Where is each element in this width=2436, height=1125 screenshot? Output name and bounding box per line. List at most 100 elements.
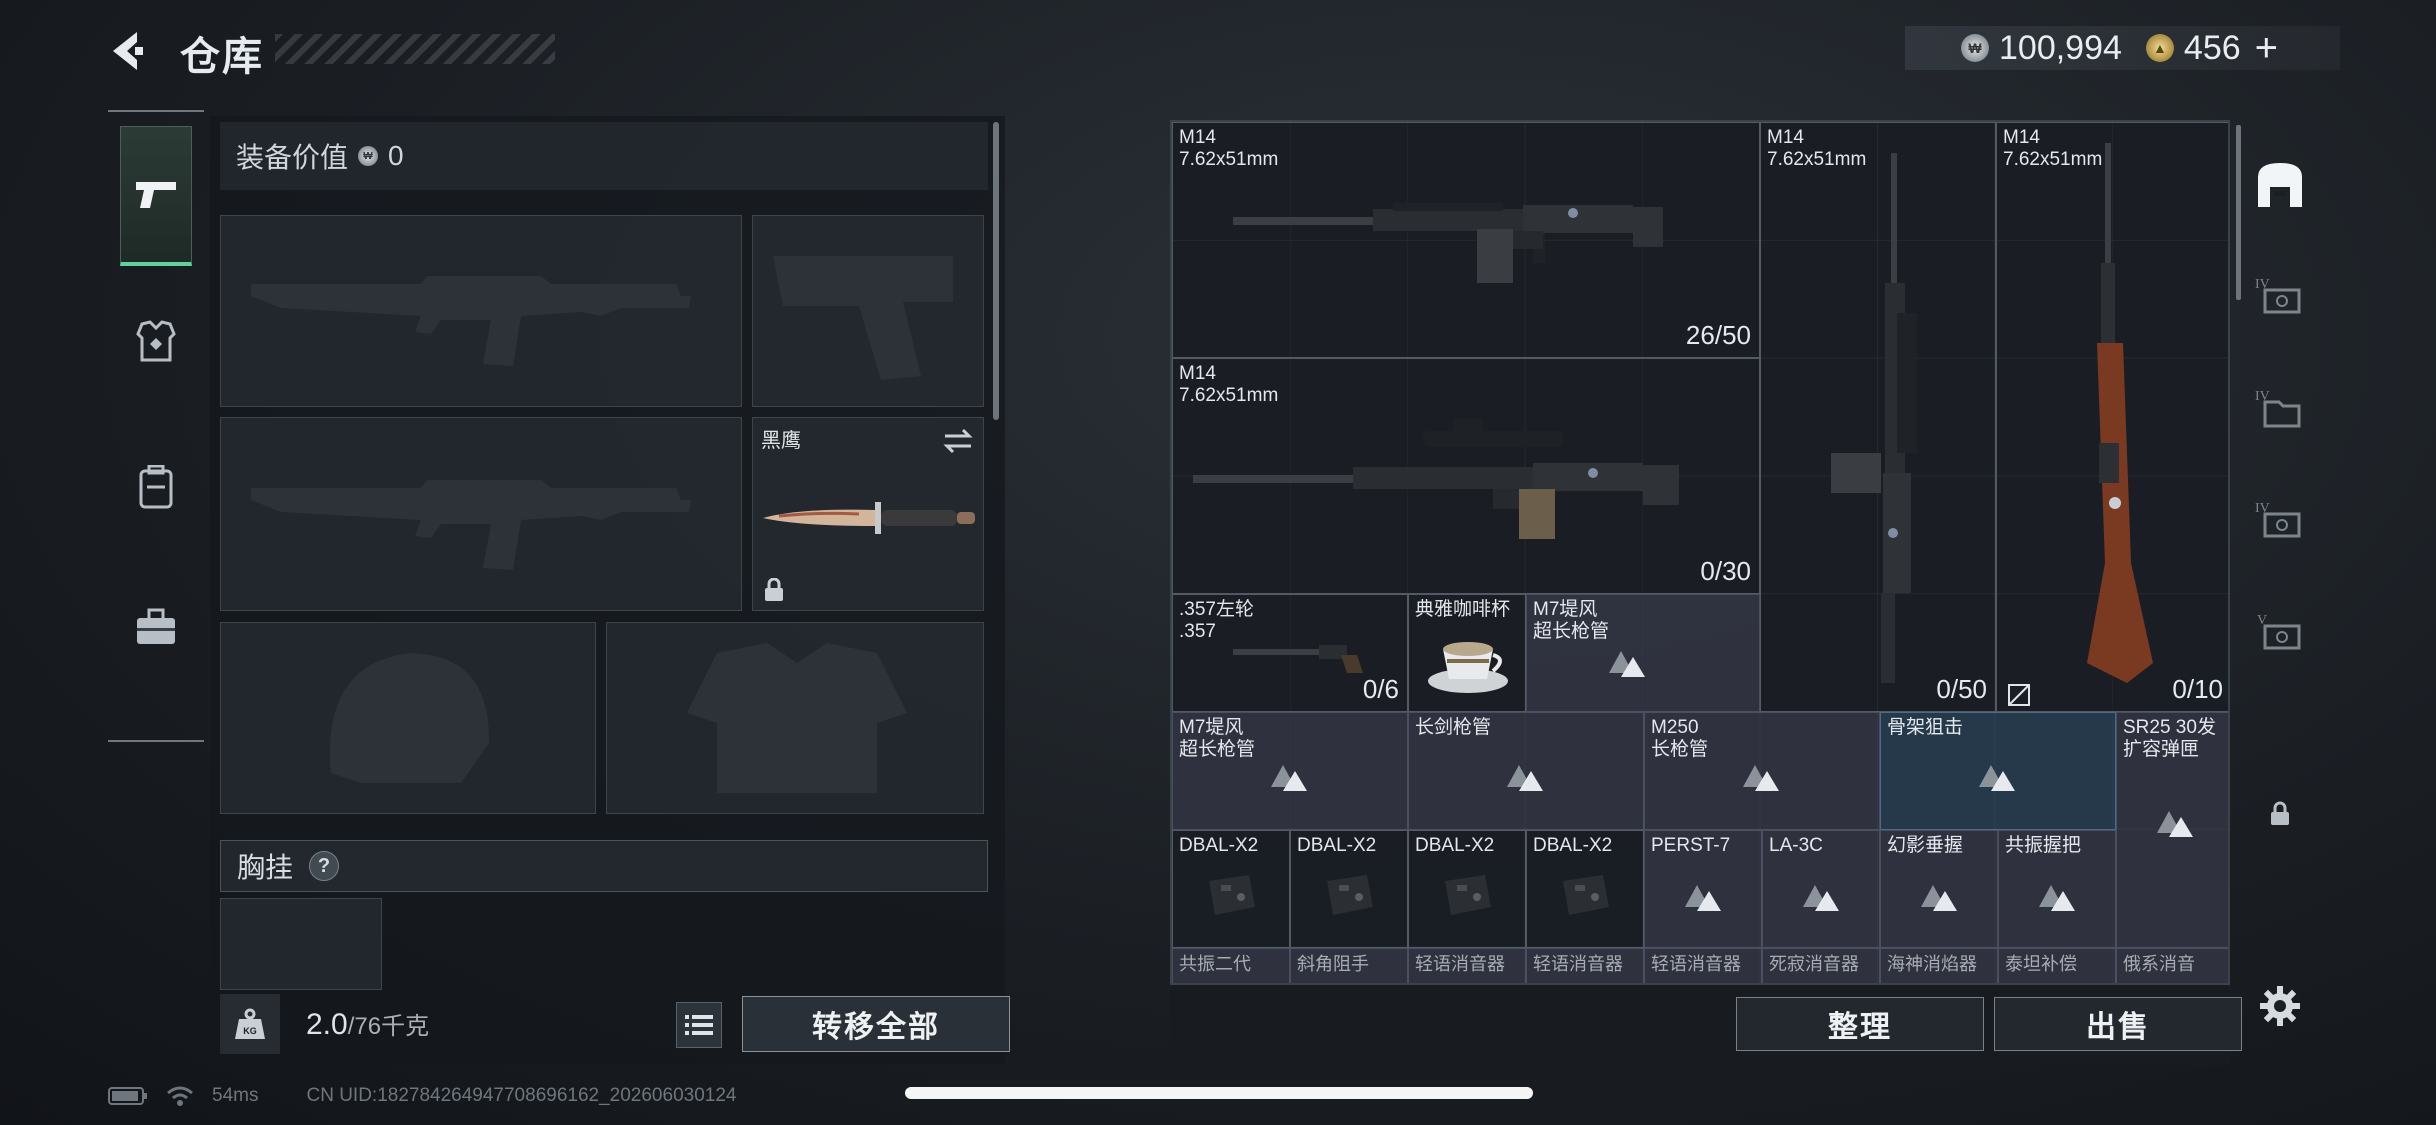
- silver-amount: 100,994: [1999, 28, 2122, 67]
- kg-text: KG: [243, 1026, 257, 1036]
- primary-weapon-slot[interactable]: [220, 215, 742, 407]
- laser-module-icon: [1209, 875, 1255, 915]
- item-subtitle: 超长枪管: [1179, 739, 1256, 760]
- rifle-silhouette-icon: [251, 276, 691, 366]
- back-button[interactable]: [105, 26, 155, 76]
- swap-icon[interactable]: [941, 428, 975, 454]
- tab-storage-4c[interactable]: IV: [2252, 492, 2308, 548]
- coffee-cup-icon: [1428, 642, 1508, 693]
- ammo-count: 0/10: [2172, 674, 2223, 704]
- item-name: 泰坦补偿: [2005, 954, 2077, 974]
- sort-button[interactable]: 整理: [1736, 997, 1984, 1051]
- tab-storage-4b[interactable]: IV: [2252, 380, 2308, 436]
- storage-item-m14-wood[interactable]: M14 7.62x51mm 0/10: [1996, 122, 2228, 712]
- scoped-rifle-icon: [1193, 419, 1679, 539]
- attachment-placeholder-icon: [1803, 885, 1839, 911]
- secondary-weapon-slot[interactable]: [220, 417, 742, 611]
- currency-bar: ₩ 100,994 ▲ 456 +: [1905, 26, 2340, 70]
- add-currency-button[interactable]: +: [2255, 28, 2278, 68]
- tab-main-storage[interactable]: [2252, 156, 2308, 212]
- storage-item-skeleton-stock[interactable]: 骨架狙击: [1880, 712, 2116, 830]
- sidebar-item-armor[interactable]: [120, 272, 192, 412]
- storage-item-partial[interactable]: 轻语消音器: [1408, 948, 1526, 983]
- settings-button[interactable]: [2252, 978, 2308, 1034]
- item-name: M250: [1651, 717, 1699, 738]
- item-name: SR25 30发: [2123, 717, 2216, 738]
- item-name: 骨架狙击: [1887, 717, 1964, 738]
- item-name: 轻语消音器: [1533, 954, 1623, 974]
- wifi-icon: [167, 1086, 193, 1106]
- storage-item-la-3c[interactable]: LA-3C: [1762, 830, 1880, 948]
- storage-item-longsword-barrel[interactable]: 长剑枪管: [1408, 712, 1644, 830]
- body-armor-slot[interactable]: [606, 622, 984, 814]
- sell-button[interactable]: 出售: [1994, 997, 2242, 1051]
- storage-item-m7-barrel[interactable]: M7堤风 超长枪管: [1526, 594, 1760, 712]
- item-name: DBAL-X2: [1297, 835, 1377, 856]
- sidearm-slot[interactable]: [752, 215, 984, 407]
- warehouse-icon: [2258, 163, 2302, 207]
- item-name: 长剑枪管: [1415, 717, 1492, 738]
- item-name: 海神消焰器: [1887, 954, 1977, 974]
- sidebar-item-backpack[interactable]: [120, 417, 192, 557]
- storage-item-phantom-grip[interactable]: 幻影垂握: [1880, 830, 1998, 948]
- storage-item-m14-vertical[interactable]: M14 7.62x51mm 0/50: [1760, 122, 1996, 712]
- backpack-icon: [139, 465, 173, 509]
- storage-item-m14-scoped[interactable]: M14 7.62x51mm 0/30: [1172, 358, 1760, 594]
- transfer-all-button[interactable]: 转移全部: [742, 996, 1010, 1052]
- storage-item-dbal-x2[interactable]: DBAL-X2: [1172, 830, 1290, 948]
- item-caliber: 7.62x51mm: [1179, 149, 1279, 170]
- storage-item-dbal-x2[interactable]: DBAL-X2: [1526, 830, 1644, 948]
- briefcase-icon: [137, 608, 175, 644]
- storage-folder-icon: IV: [2255, 389, 2301, 428]
- storage-item-partial[interactable]: 共振二代: [1172, 948, 1290, 983]
- storage-item-partial[interactable]: 海神消焰器: [1880, 948, 1998, 983]
- storage-item-partial[interactable]: 泰坦补偿: [1998, 948, 2116, 983]
- chest-rig-slot[interactable]: [220, 898, 382, 990]
- tab-storage-5[interactable]: V: [2252, 604, 2308, 660]
- help-button[interactable]: ?: [309, 851, 340, 881]
- equipment-value: 装备价值 ₩ 0: [220, 122, 988, 190]
- sidebar-item-weapons[interactable]: [120, 126, 192, 266]
- wooden-rifle-icon: [2087, 143, 2153, 683]
- storage-item-dbal-x2[interactable]: DBAL-X2: [1408, 830, 1526, 948]
- lock-icon: [2271, 801, 2289, 825]
- helmet-silhouette-icon: [330, 653, 490, 783]
- storage-item-perst-7[interactable]: PERST-7: [1644, 830, 1762, 948]
- tab-storage-4a[interactable]: IV: [2252, 268, 2308, 324]
- sidebar-item-toolbox[interactable]: [120, 557, 192, 697]
- storage-item-sr25-magazine[interactable]: SR25 30发 扩容弹匣: [2116, 712, 2228, 948]
- pistol-icon: [136, 181, 176, 208]
- attachment-placeholder-icon: [1743, 765, 1779, 791]
- storage-item-resonance-grip[interactable]: 共振握把: [1998, 830, 2116, 948]
- helmet-slot[interactable]: [220, 622, 596, 814]
- storage-item-partial[interactable]: 轻语消音器: [1644, 948, 1762, 983]
- attachment-placeholder-icon: [1685, 885, 1721, 911]
- storage-item-partial[interactable]: 俄系消音: [2116, 948, 2228, 983]
- item-subtitle: 长枪管: [1651, 739, 1709, 760]
- item-name: DBAL-X2: [1415, 835, 1495, 856]
- melee-slot[interactable]: 黑鹰: [752, 417, 984, 611]
- item-name: M14: [2003, 127, 2040, 148]
- storage-item-m7-barrel-2[interactable]: M7堤风 超长枪管: [1172, 712, 1408, 830]
- storage-item-partial[interactable]: 轻语消音器: [1526, 948, 1644, 983]
- equip-value-amount: 0: [388, 140, 404, 171]
- storage-item-m14[interactable]: M14 7.62x51mm 26/50: [1172, 122, 1760, 358]
- rifle-silhouette-icon: [251, 480, 691, 570]
- loadout-scrollbar[interactable]: [993, 122, 999, 420]
- revolver-icon: [1233, 645, 1363, 673]
- list-view-button[interactable]: [676, 1002, 722, 1048]
- storage-item-coffee-cup[interactable]: 典雅咖啡杯: [1408, 594, 1526, 712]
- storage-item-partial[interactable]: 死寂消音器: [1762, 948, 1880, 983]
- item-name: 幻影垂握: [1887, 835, 1964, 856]
- gear-icon: [2260, 986, 2300, 1026]
- item-name: 俄系消音: [2123, 954, 2195, 974]
- storage-item-m250-barrel[interactable]: M250 长枪管: [1644, 712, 1880, 830]
- tab-locked[interactable]: [2252, 786, 2308, 842]
- attachment-placeholder-icon: [1921, 885, 1957, 911]
- home-indicator[interactable]: [905, 1087, 1533, 1099]
- storage-item-dbal-x2[interactable]: DBAL-X2: [1290, 830, 1408, 948]
- no-trade-icon: [2008, 684, 2030, 706]
- attachment-placeholder-icon: [1609, 651, 1645, 677]
- storage-item-revolver[interactable]: .357左轮 .357 0/6: [1172, 594, 1408, 712]
- storage-item-partial[interactable]: 斜角阻手: [1290, 948, 1408, 983]
